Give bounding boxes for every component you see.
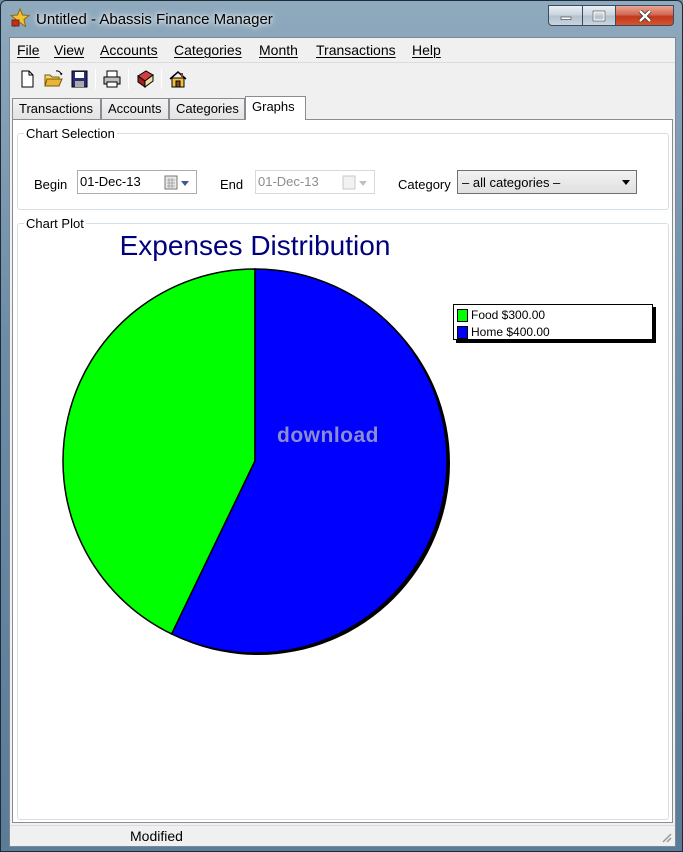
menu-help[interactable]: Help bbox=[412, 42, 441, 58]
new-file-button[interactable] bbox=[16, 68, 38, 90]
minimize-icon bbox=[560, 16, 571, 20]
chart-legend: Food $300.00 Home $400.00 bbox=[453, 304, 653, 340]
tab-graphs[interactable]: Graphs bbox=[245, 96, 306, 120]
menu-view[interactable]: View bbox=[54, 42, 84, 58]
pie-chart bbox=[62, 268, 450, 655]
address-book-button[interactable] bbox=[134, 68, 156, 90]
toolbar-separator bbox=[128, 69, 129, 89]
title-bar[interactable]: Untitled - Abassis Finance Manager bbox=[1, 1, 682, 37]
end-date-picker: 01-Dec-13 bbox=[255, 170, 375, 194]
legend-item-home: Home $400.00 bbox=[457, 324, 550, 340]
calendar-dropdown-icon[interactable] bbox=[164, 175, 192, 191]
maximize-icon bbox=[592, 10, 606, 21]
menu-transactions[interactable]: Transactions bbox=[316, 42, 396, 58]
close-button[interactable] bbox=[615, 5, 674, 26]
menu-accounts[interactable]: Accounts bbox=[100, 42, 158, 58]
category-label: Category bbox=[398, 177, 451, 192]
new-file-icon bbox=[21, 70, 34, 88]
app-window: Untitled - Abassis Finance Manager File … bbox=[0, 0, 683, 852]
minimize-button[interactable] bbox=[548, 5, 583, 26]
status-bar: Modified bbox=[10, 825, 675, 846]
book-icon bbox=[137, 70, 154, 88]
toolbar bbox=[10, 64, 675, 94]
end-date-value: 01-Dec-13 bbox=[258, 174, 319, 189]
close-icon bbox=[638, 9, 651, 22]
begin-date-picker[interactable]: 01-Dec-13 bbox=[77, 170, 197, 194]
chart-selection-legend: Chart Selection bbox=[26, 126, 115, 141]
resize-grip-icon[interactable] bbox=[660, 831, 672, 843]
print-button[interactable] bbox=[101, 68, 123, 90]
legend-swatch-home bbox=[457, 325, 468, 339]
tab-transactions[interactable]: Transactions bbox=[12, 98, 101, 119]
client-area: File View Accounts Categories Month Tran… bbox=[9, 37, 676, 847]
chart-plot-legend: Chart Plot bbox=[26, 216, 84, 231]
menu-bar: File View Accounts Categories Month Tran… bbox=[10, 38, 675, 63]
open-folder-icon bbox=[44, 70, 63, 87]
watermark-text: download bbox=[277, 424, 379, 447]
chevron-down-icon bbox=[622, 180, 630, 185]
home-icon bbox=[169, 71, 187, 88]
calendar-dropdown-icon bbox=[342, 175, 367, 190]
tab-accounts[interactable]: Accounts bbox=[101, 98, 169, 119]
app-logo-icon bbox=[10, 8, 30, 28]
end-label: End bbox=[220, 177, 244, 192]
category-dropdown[interactable]: – all categories – bbox=[457, 170, 637, 194]
chart-area: Expenses Distribution download Food $300… bbox=[13, 230, 673, 690]
menu-month[interactable]: Month bbox=[259, 42, 298, 58]
open-button[interactable] bbox=[42, 68, 64, 90]
legend-swatch-food bbox=[457, 308, 468, 322]
maximize-button[interactable] bbox=[582, 5, 616, 26]
save-disk-icon bbox=[71, 70, 88, 88]
menu-categories[interactable]: Categories bbox=[174, 42, 242, 58]
legend-item-food: Food $300.00 bbox=[457, 307, 545, 323]
toolbar-separator bbox=[95, 69, 96, 89]
legend-label-food: Food $300.00 bbox=[471, 308, 546, 322]
tab-strip: Transactions Accounts Categories Graphs bbox=[12, 96, 672, 120]
status-text: Modified bbox=[130, 828, 183, 844]
chart-selection-group: Chart Selection bbox=[17, 126, 669, 210]
begin-date-value: 01-Dec-13 bbox=[80, 174, 141, 189]
window-title: Untitled - Abassis Finance Manager bbox=[36, 11, 273, 28]
toolbar-separator bbox=[161, 69, 162, 89]
tab-categories[interactable]: Categories bbox=[169, 98, 245, 119]
menu-file[interactable]: File bbox=[17, 42, 40, 58]
category-dropdown-value: – all categories – bbox=[462, 175, 561, 190]
begin-label: Begin bbox=[34, 177, 68, 192]
save-button[interactable] bbox=[68, 68, 90, 90]
graphs-panel: Chart Selection Begin 01-Dec-13 End 01-D… bbox=[12, 119, 673, 823]
legend-label-home: Home $400.00 bbox=[471, 325, 550, 339]
home-button[interactable] bbox=[167, 68, 189, 90]
print-icon bbox=[103, 70, 121, 88]
